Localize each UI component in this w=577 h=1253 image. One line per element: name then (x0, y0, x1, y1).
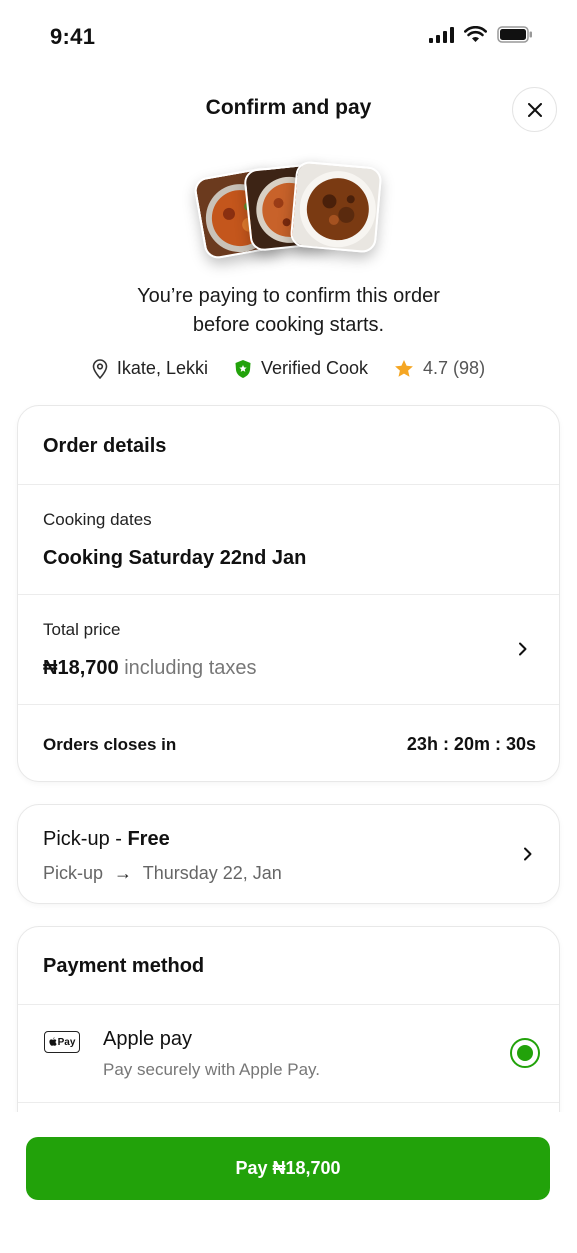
orders-close-label: Orders closes in (43, 735, 177, 754)
order-details-card: Order details Cooking dates Cooking Satu… (17, 405, 560, 782)
verified-item: Verified Cook (234, 358, 368, 379)
rating-text: 4.7 (98) (423, 358, 486, 378)
apple-pay-name: Apple pay (103, 1028, 192, 1050)
apple-logo-icon (48, 1037, 57, 1046)
cook-meta: Ikate, Lekki Verified Cook 4.7 (98) (0, 358, 577, 379)
chevron-right-icon (524, 847, 532, 861)
pickup-title: Pick-up - Free (43, 828, 170, 851)
location-text: Ikate, Lekki (116, 358, 208, 378)
intro-line-2: before cooking starts. (192, 314, 385, 336)
payment-option-apple-pay[interactable]: Pay Apple pay Pay securely with Apple Pa… (18, 1004, 559, 1102)
status-icons (429, 26, 533, 43)
payment-method-heading: Payment method (43, 955, 205, 977)
radio-selected-dot (517, 1045, 533, 1061)
signal-icon (429, 26, 454, 43)
verified-text: Verified Cook (260, 358, 369, 378)
orders-close-row: Orders closes in 23h : 20m : 30s (18, 704, 559, 781)
location-item: Ikate, Lekki (92, 358, 208, 379)
food-image-stew (289, 160, 383, 254)
battery-icon (497, 26, 532, 43)
apple-pay-badge-text: Pay (57, 1036, 76, 1048)
pickup-title-free: Free (127, 828, 170, 850)
pay-button[interactable]: Pay ₦18,700 (26, 1137, 550, 1200)
apple-pay-logo-icon: Pay (44, 1031, 80, 1053)
pickup-subtitle: Pick-up → Thursday 22, Jan (43, 863, 282, 884)
price-note: including taxes (124, 657, 257, 679)
pickup-date: Thursday 22, Jan (142, 863, 282, 883)
order-details-heading: Order details (43, 435, 167, 457)
chevron-right-icon (519, 642, 527, 656)
location-pin-icon (92, 358, 108, 379)
total-price-label: Total price (43, 620, 121, 639)
arrow-right-icon: → (114, 863, 133, 883)
pickup-from: Pick-up (43, 863, 104, 883)
total-price-row[interactable]: Total price ₦18,700 including taxes (18, 594, 559, 704)
status-bar: 9:41 (0, 0, 577, 76)
total-price-value: ₦18,700 including taxes (43, 657, 257, 680)
pickup-card[interactable]: Pick-up - Free Pick-up → Thursday 22, Ja… (17, 804, 560, 904)
close-icon (527, 102, 542, 117)
countdown-timer: 23h : 20m : 30s (406, 734, 536, 754)
cooking-dates-row: Cooking dates Cooking Saturday 22nd Jan (18, 484, 559, 594)
cooking-dates-label: Cooking dates (43, 510, 152, 529)
status-time: 9:41 (50, 24, 96, 49)
apple-pay-description: Pay securely with Apple Pay. (103, 1060, 321, 1079)
food-images (192, 160, 385, 262)
rating-item: 4.7 (98) (394, 358, 485, 379)
intro-text: You’re paying to confirm this order befo… (0, 282, 577, 340)
star-icon (395, 360, 413, 377)
price-amount: ₦18,700 (43, 657, 119, 679)
intro-line-1: You’re paying to confirm this order (137, 285, 440, 307)
cooking-dates-value: Cooking Saturday 22nd Jan (43, 547, 307, 569)
page-title: Confirm and pay (205, 96, 372, 119)
close-button[interactable] (512, 87, 557, 132)
apple-pay-radio[interactable] (510, 1038, 540, 1068)
wifi-icon (464, 26, 487, 42)
pickup-title-prefix: Pick-up - (43, 828, 128, 850)
verified-badge-icon (235, 359, 251, 378)
